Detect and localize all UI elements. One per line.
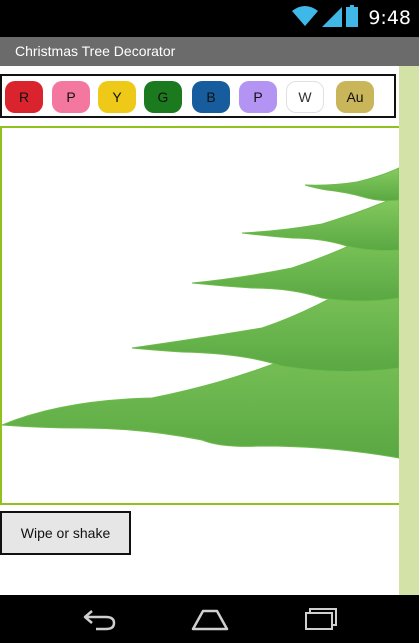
navigation-bar	[0, 595, 419, 643]
swatch-label: R	[18, 89, 30, 105]
color-swatch-yellow[interactable]: Y	[98, 81, 136, 113]
back-icon[interactable]	[80, 605, 120, 633]
color-swatch-green[interactable]: G	[144, 81, 182, 113]
wifi-icon	[292, 5, 319, 32]
side-strip	[399, 66, 419, 595]
home-icon[interactable]	[190, 605, 230, 633]
swatch-label: G	[157, 89, 169, 105]
swatch-label: W	[298, 89, 312, 105]
color-palette: R P Y G B P W Au	[0, 74, 396, 118]
battery-icon	[346, 4, 359, 32]
app-title: Christmas Tree Decorator	[15, 43, 176, 59]
color-swatch-red[interactable]: R	[5, 81, 43, 113]
swatch-label: P	[66, 89, 76, 105]
status-icons: 9:48	[292, 4, 411, 32]
color-swatch-pink[interactable]: P	[52, 81, 90, 113]
recents-icon[interactable]	[301, 605, 341, 633]
christmas-tree	[2, 167, 399, 459]
color-swatch-white[interactable]: W	[286, 81, 324, 113]
swatch-label: B	[206, 89, 216, 105]
wipe-button[interactable]: Wipe or shake	[0, 511, 131, 555]
app-title-bar: Christmas Tree Decorator	[0, 37, 419, 66]
status-bar: 9:48	[0, 0, 419, 37]
color-swatch-gold[interactable]: Au	[336, 81, 374, 113]
drawing-canvas[interactable]	[0, 126, 399, 505]
color-swatch-blue[interactable]: B	[192, 81, 230, 113]
swatch-label: P	[253, 89, 263, 105]
swatch-label: Au	[346, 89, 364, 105]
clock: 9:48	[368, 7, 411, 29]
swatch-label: Y	[112, 89, 122, 105]
color-swatch-purple[interactable]: P	[239, 81, 277, 113]
signal-icon	[322, 5, 343, 32]
